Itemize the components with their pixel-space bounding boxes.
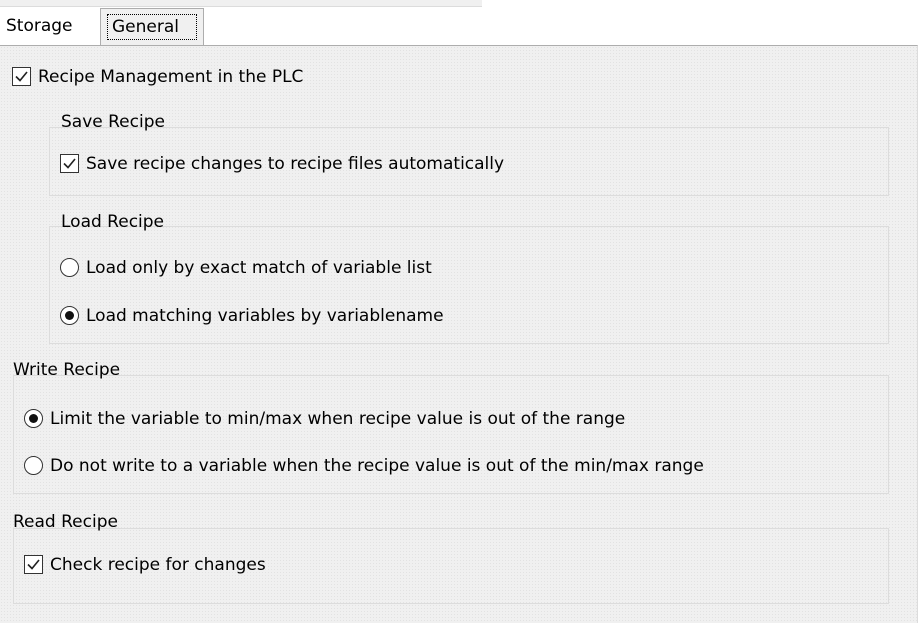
load-exact-match-label: Load only by exact match of variable lis… — [86, 258, 432, 278]
load-recipe-group-title: Load Recipe — [61, 212, 165, 232]
auto-save-label: Save recipe changes to recipe files auto… — [86, 154, 505, 174]
check-changes-label: Check recipe for changes — [50, 555, 266, 575]
radio-selected-icon — [60, 306, 79, 325]
tab-storage-label: Storage — [6, 16, 73, 36]
tabstrip-top-edge — [0, 0, 482, 7]
radio-selected-icon — [24, 409, 43, 428]
save-recipe-group-title: Save Recipe — [61, 112, 165, 132]
recipe-management-label: Recipe Management in the PLC — [38, 67, 304, 87]
radio-unselected-icon — [60, 258, 79, 277]
write-recipe-group-title: Write Recipe — [13, 360, 121, 380]
tab-general[interactable]: General — [100, 8, 204, 47]
tab-storage[interactable]: Storage — [6, 10, 96, 44]
tab-general-label: General — [107, 14, 197, 40]
do-not-write-label: Do not write to a variable when the reci… — [50, 456, 704, 476]
load-by-variablename-label: Load matching variables by variablename — [86, 306, 444, 326]
checkbox-checked-icon — [60, 154, 79, 173]
radio-unselected-icon — [24, 456, 43, 475]
checkbox-checked-icon — [12, 67, 31, 86]
limit-min-max-label: Limit the variable to min/max when recip… — [50, 409, 626, 429]
checkbox-checked-icon — [24, 555, 43, 574]
read-recipe-group-title: Read Recipe — [13, 512, 118, 532]
